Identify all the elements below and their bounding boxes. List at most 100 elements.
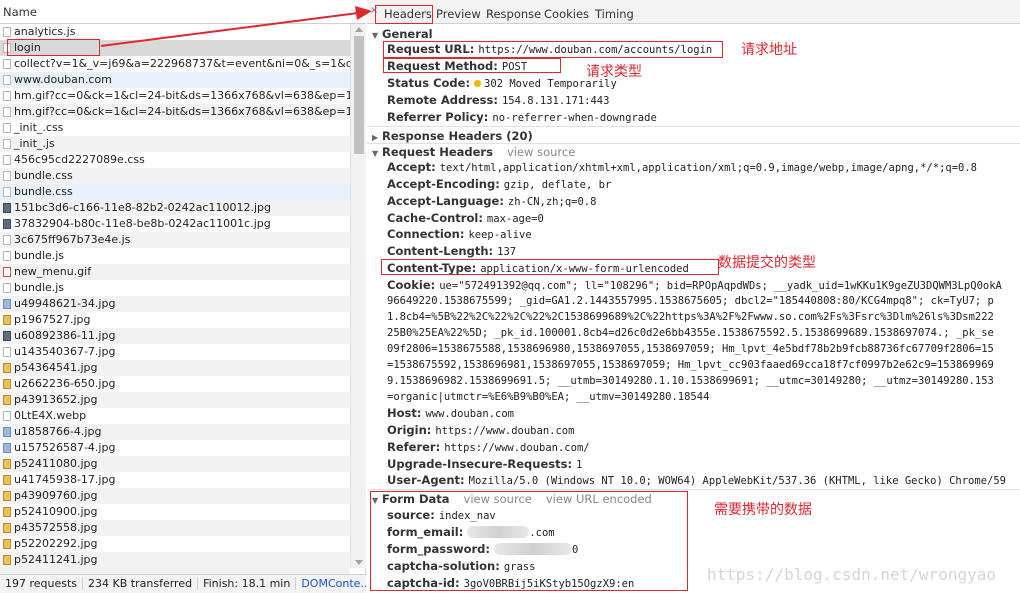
request-row[interactable]: u143540367-7.jpg: [0, 344, 350, 360]
request-row[interactable]: 0LtE4X.webp: [0, 408, 350, 424]
request-row[interactable]: 151bc3d6-c166-11e8-82b2-0242ac110012.jpg: [0, 200, 350, 216]
request-headers-view-source-link[interactable]: view source: [507, 145, 575, 159]
tab-response[interactable]: Response: [486, 7, 541, 21]
request-row[interactable]: bundle.js: [0, 248, 350, 264]
request-row[interactable]: p43909760.jpg: [0, 488, 350, 504]
request-row[interactable]: 3c675ff967b73e4e.js: [0, 232, 350, 248]
request-row[interactable]: p52411241.jpg: [0, 552, 350, 568]
request-row[interactable]: bundle.css: [0, 184, 350, 200]
file-type-icon: [3, 139, 11, 149]
referer-key: Referer:: [387, 440, 441, 454]
general-title: General: [382, 27, 433, 41]
request-row[interactable]: p52411080.jpg: [0, 456, 350, 472]
tab-cookies[interactable]: Cookies: [544, 7, 589, 21]
request-row[interactable]: p43572558.jpg: [0, 520, 350, 536]
request-row[interactable]: 37832904-b80c-11e8-be8b-0242ac11001c.jpg: [0, 216, 350, 232]
request-row[interactable]: u1858766-4.jpg: [0, 424, 350, 440]
request-name: bundle.css: [14, 169, 73, 182]
file-type-icon: [3, 107, 11, 117]
form-data-highlight-box: [370, 491, 688, 591]
request-row[interactable]: p54364541.jpg: [0, 360, 350, 376]
network-status-bar: 197 requests 234 KB transferred Finish: 18…: [0, 574, 366, 593]
request-name: p54364541.jpg: [14, 361, 98, 374]
status-dot-icon: [474, 80, 482, 87]
request-list-scrollbar[interactable]: [350, 24, 366, 568]
request-url-annotation: 请求地址: [741, 42, 797, 58]
request-name: _init_.js: [14, 137, 55, 150]
cookie-line: =1538675592,1538696981,1538697055,153869…: [387, 359, 994, 371]
request-row[interactable]: bundle.js: [0, 280, 350, 296]
request-name: u60892386-11.jpg: [14, 329, 116, 342]
request-headers-toggle[interactable]: ▼ Request Headers view source: [372, 145, 575, 159]
general-section-toggle[interactable]: ▼ General: [372, 27, 433, 41]
request-row[interactable]: hm.gif?cc=0&ck=1&cl=24-bit&ds=1366x768&v…: [0, 88, 350, 104]
request-method-highlight-box: [383, 58, 561, 73]
request-row[interactable]: p52410900.jpg: [0, 504, 350, 520]
request-row[interactable]: bundle.css: [0, 168, 350, 184]
file-type-icon: [3, 411, 11, 421]
scroll-up-arrow-icon[interactable]: [355, 27, 363, 32]
request-row[interactable]: u41745938-17.jpg: [0, 472, 350, 488]
request-row[interactable]: p1967527.jpg: [0, 312, 350, 328]
request-name: 456c95cd2227089e.css: [14, 153, 145, 166]
request-row[interactable]: new_menu.gif: [0, 264, 350, 280]
request-row[interactable]: 456c95cd2227089e.css: [0, 152, 350, 168]
request-row[interactable]: u157526587-4.jpg: [0, 440, 350, 456]
request-row[interactable]: p43913652.jpg: [0, 392, 350, 408]
file-type-icon: [3, 299, 11, 309]
file-type-icon: [3, 123, 11, 133]
scroll-down-arrow-icon[interactable]: [355, 560, 363, 565]
connection-key: Connection:: [387, 227, 465, 241]
upgrade-insecure-requests-row: Upgrade-Insecure-Requests: 1: [387, 457, 582, 471]
response-headers-toggle[interactable]: ▶ Response Headers (20): [372, 129, 533, 143]
blog-watermark: https://blog.csdn.net/wrongyao: [707, 565, 996, 584]
request-row[interactable]: p52202292.jpg: [0, 536, 350, 552]
file-type-icon: [3, 219, 11, 229]
request-name: p43572558.jpg: [14, 521, 98, 534]
file-type-icon: [3, 27, 11, 37]
file-type-icon: [3, 75, 11, 85]
request-name: bundle.css: [14, 185, 73, 198]
request-name: analytics.js: [14, 25, 76, 38]
request-name: p43909760.jpg: [14, 489, 98, 502]
content-type-highlight-box: [381, 259, 719, 275]
tab-timing[interactable]: Timing: [595, 7, 634, 21]
file-type-icon: [3, 539, 11, 549]
section-divider: [367, 126, 1020, 127]
file-type-icon: [3, 283, 11, 293]
request-row[interactable]: u49948621-34.jpg: [0, 296, 350, 312]
upgrade-insecure-requests-value: 1: [576, 459, 583, 471]
request-name: new_menu.gif: [14, 265, 92, 278]
file-type-icon: [3, 155, 11, 165]
file-type-icon: [3, 331, 11, 341]
connection-row: Connection: keep-alive: [387, 227, 532, 241]
request-row[interactable]: analytics.js: [0, 24, 350, 40]
tab-preview[interactable]: Preview: [436, 7, 481, 21]
file-type-icon: [3, 379, 11, 389]
request-row[interactable]: _init_.js: [0, 136, 350, 152]
file-type-icon: [3, 443, 11, 453]
file-type-icon: [3, 203, 11, 213]
transferred-size: 234 KB transferred: [83, 577, 199, 590]
request-name: p52411080.jpg: [14, 457, 98, 470]
file-type-icon: [3, 523, 11, 533]
request-method-annotation: 请求类型: [586, 64, 642, 80]
request-name: p43913652.jpg: [14, 393, 98, 406]
request-row[interactable]: u2662236-650.jpg: [0, 376, 350, 392]
request-row[interactable]: _init_.css: [0, 120, 350, 136]
cookie-line: 96649220.1538675599; _gid=GA1.2.14435579…: [387, 295, 994, 307]
name-column-header[interactable]: Name: [0, 0, 366, 24]
request-row[interactable]: collect?v=1&_v=j69&a=222968737&t=event&n…: [0, 56, 350, 72]
request-row[interactable]: u60892386-11.jpg: [0, 328, 350, 344]
request-name: 37832904-b80c-11e8-be8b-0242ac11001c.jpg: [14, 217, 271, 230]
content-length-value: 137: [497, 246, 517, 258]
request-row[interactable]: hm.gif?cc=0&ck=1&cl=24-bit&ds=1366x768&v…: [0, 104, 350, 120]
request-name: p52410900.jpg: [14, 505, 98, 518]
scroll-thumb[interactable]: [354, 36, 364, 154]
file-type-icon: [3, 395, 11, 405]
accept-language-key: Accept-Language:: [387, 194, 504, 208]
user-agent-value: Mozilla/5.0 (Windows NT 10.0; WOW64) App…: [468, 475, 1006, 487]
origin-value: https://www.douban.com: [435, 425, 575, 437]
request-name: 0LtE4X.webp: [14, 409, 87, 422]
request-row[interactable]: www.douban.com: [0, 72, 350, 88]
